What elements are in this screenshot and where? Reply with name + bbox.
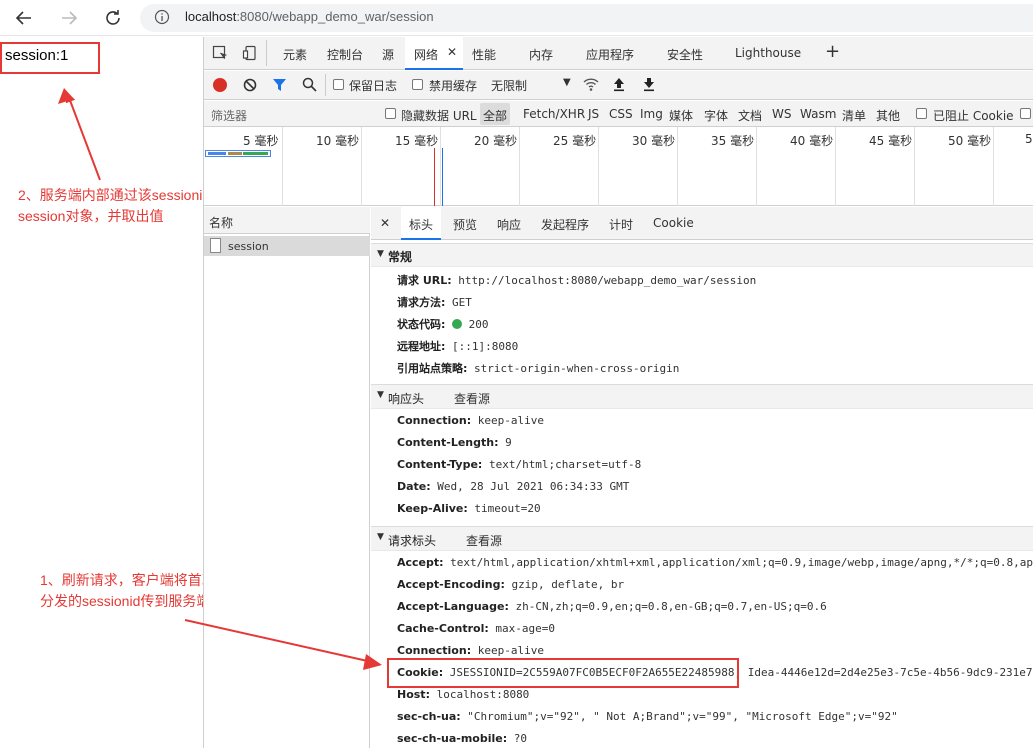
arrow-to-session-output xyxy=(65,92,101,181)
annotation-arrows xyxy=(58,88,382,670)
arrow-to-cookie xyxy=(184,619,373,663)
arrowhead-cookie xyxy=(363,654,382,670)
arrowhead-session xyxy=(58,88,74,104)
